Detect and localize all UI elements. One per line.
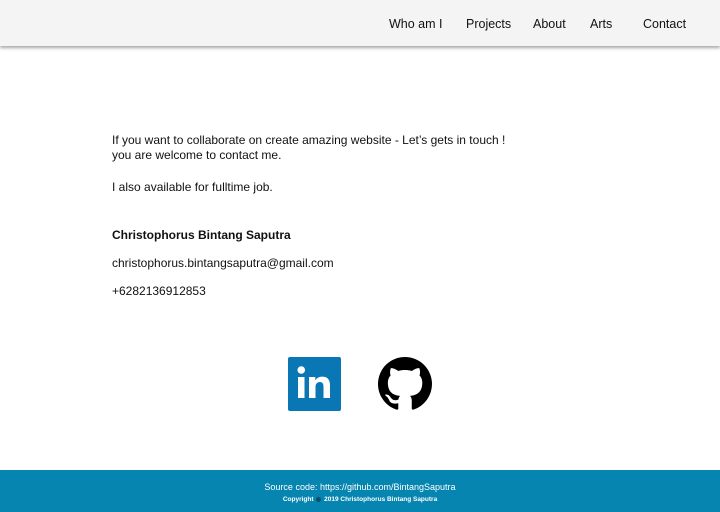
copyright-label: Copyright [282,496,314,503]
copyright-text: 2019 Christophorus Bintang Saputra [324,496,438,503]
intro-line-2: you are welcome to contact me. [112,147,282,162]
footer-source-label: Source code: [264,482,320,492]
fulltime-note: I also available for fulltime job. [112,180,273,194]
nav-link-who-am-i[interactable]: Who am I [389,17,443,31]
contact-phone: +6282136912853 [112,283,206,298]
copyright-symbol-icon [316,496,322,502]
footer: Source code: https://github.com/BintangS… [0,470,720,512]
contact-name: Christophorus Bintang Saputra [112,227,291,242]
nav-link-projects[interactable]: Projects [466,17,511,31]
footer-source-link[interactable]: https://github.com/BintangSaputra [320,482,456,492]
nav-link-about[interactable]: About [533,17,566,31]
github-icon[interactable] [378,357,432,411]
top-navbar: Who am I Projects About Arts Contact [0,0,720,46]
contact-section: If you want to collaborate on create ama… [112,133,552,298]
footer-source-line: Source code: https://github.com/BintangS… [0,482,720,492]
contact-email: christophorus.bintangsaputra@gmail.com [112,255,334,270]
footer-copyright: Copyright 2019 Christophorus Bintang Sap… [0,496,720,503]
intro-line-1: If you want to collaborate on create ama… [112,133,506,147]
nav-link-contact[interactable]: Contact [643,17,686,31]
linkedin-icon[interactable] [288,357,341,411]
nav-link-arts[interactable]: Arts [590,17,612,31]
